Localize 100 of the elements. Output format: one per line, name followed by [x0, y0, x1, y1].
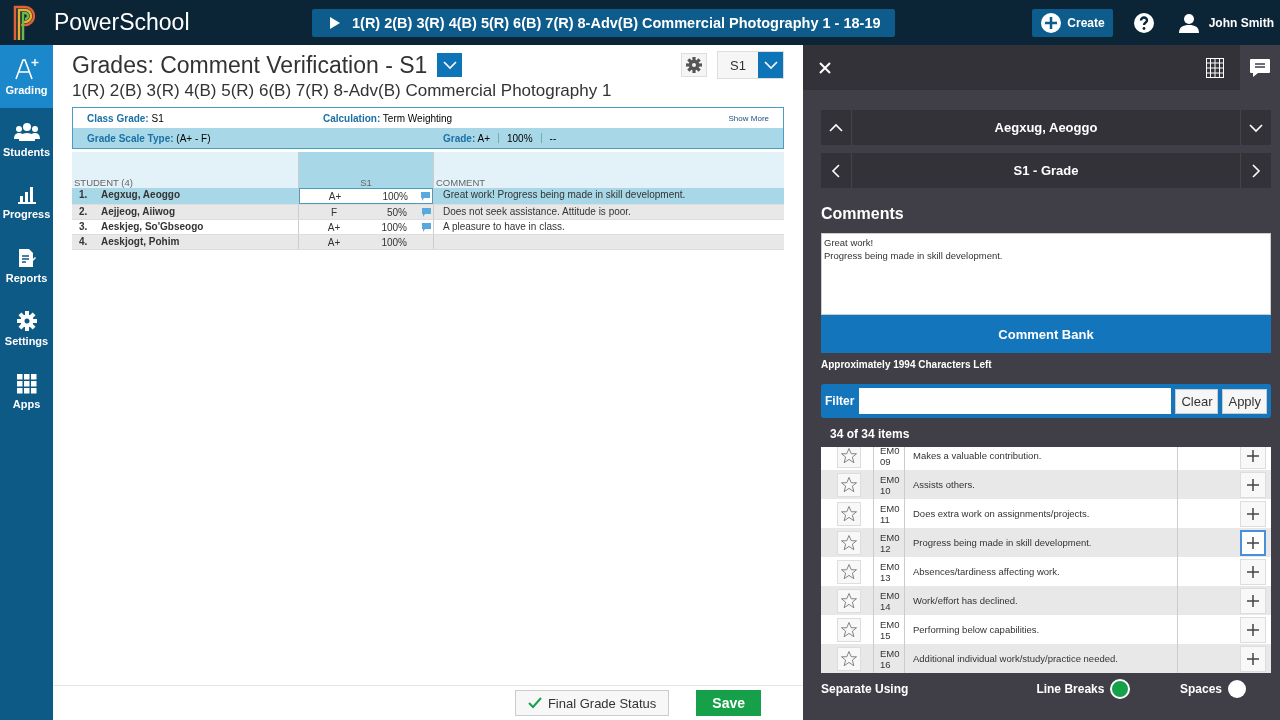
page-title: Grades: Comment Verification - S1 — [72, 51, 428, 79]
separator-option[interactable]: Spaces — [1179, 680, 1246, 698]
settings-button[interactable] — [681, 53, 707, 77]
title-dropdown-button[interactable] — [437, 53, 463, 77]
comment-text: Assists others. — [905, 470, 1178, 499]
create-button[interactable]: Create — [1032, 8, 1113, 37]
user-name[interactable]: John Smith — [1208, 15, 1274, 30]
comment-text: Does not seek assistance. Attitude is poor. — [443, 206, 631, 217]
user-icon[interactable] — [1178, 12, 1199, 33]
comment-text: A pleasure to have in class. — [443, 221, 565, 232]
plus-icon — [1247, 652, 1259, 665]
apply-button[interactable]: Apply — [1222, 388, 1267, 414]
plus-icon — [1247, 536, 1259, 549]
favorite-button[interactable] — [837, 447, 861, 468]
grade-value[interactable]: F — [299, 206, 369, 218]
favorite-button[interactable] — [837, 559, 861, 584]
term-selector[interactable]: S1 — [717, 51, 784, 79]
help-icon[interactable] — [1132, 11, 1155, 34]
star-icon — [840, 591, 858, 610]
star-icon — [840, 475, 858, 494]
filter-label: Filter — [825, 394, 855, 408]
section-name: 1(R) 2(B) 3(R) 4(B) 5(R) 6(B) 7(R) 8-Adv(B) Commercial Photography 1 - 18-19 — [352, 14, 881, 31]
comment-text: Progress being made in skill development. — [905, 528, 1178, 557]
plus-icon — [1247, 594, 1259, 607]
nav-item[interactable]: Grading — [0, 45, 53, 108]
star-icon — [840, 620, 858, 639]
clear-button[interactable]: Clear — [1175, 388, 1219, 414]
comments-heading: Comments — [821, 205, 905, 223]
student-name[interactable]: Aejjeog, Aiiwog — [101, 206, 176, 217]
comment-field[interactable]: Great work! Progress being made in skill development. — [821, 233, 1271, 315]
separator-option[interactable]: Line Breaks — [1036, 679, 1131, 699]
favorite-button[interactable] — [837, 472, 861, 497]
scale-info: Grade Scale Type: (A+ - F) — [87, 132, 212, 144]
people-icon — [13, 121, 40, 142]
add-button[interactable] — [1240, 529, 1266, 556]
student-name: Aegxug, Aeoggo — [993, 119, 1099, 137]
star-icon — [840, 504, 858, 523]
comment-code: EM016 — [873, 644, 905, 673]
close-icon — [819, 61, 831, 74]
student-name[interactable]: Aeskjogt, Pohim — [101, 236, 180, 247]
plus-icon — [1247, 478, 1259, 491]
nav-item[interactable]: Apps — [0, 360, 53, 423]
calculation-info: Calculation: Term Weighting — [323, 112, 453, 124]
apps-grid-icon — [16, 373, 37, 394]
plus-icon — [1247, 449, 1259, 462]
grade-icon — [14, 57, 39, 80]
filter-field[interactable] — [859, 388, 1172, 414]
grade-value[interactable]: A+ — [299, 236, 369, 248]
nav-item[interactable]: Reports — [0, 234, 53, 297]
student-name[interactable]: Aeskjeg, So'Gbseogo — [101, 221, 204, 232]
comment-text: Work/effort has declined. — [905, 586, 1178, 615]
check-icon — [527, 697, 542, 709]
plus-icon — [1247, 565, 1259, 578]
bar-chart-icon — [17, 185, 36, 204]
comment-bank-button[interactable]: Comment Bank — [821, 315, 1271, 353]
grid-icon — [1206, 57, 1224, 78]
star-icon — [840, 447, 858, 465]
play-icon — [330, 16, 340, 29]
comment-code: EM010 — [873, 470, 905, 499]
settings-icon — [686, 57, 702, 73]
percent-value: 100% — [380, 221, 407, 233]
brand-name: PowerSchool — [54, 9, 190, 36]
student-name[interactable]: Aegxug, Aeoggo — [101, 189, 181, 200]
percent-info: 100% — [507, 132, 533, 144]
section-selector[interactable]: 1(R) 2(B) 3(R) 4(B) 5(R) 6(B) 7(R) 8-Adv(B) Commercial Photography 1 - 18-19 — [312, 8, 895, 37]
grade-value[interactable]: A+ — [299, 221, 369, 233]
favorite-button[interactable] — [837, 588, 861, 613]
plus-icon — [1247, 507, 1259, 520]
row-number: 4. — [79, 236, 87, 247]
percent-value: 100% — [380, 236, 407, 248]
grade-value[interactable]: A+ — [300, 190, 370, 202]
comment-code: EM012 — [873, 528, 905, 557]
star-icon — [840, 562, 858, 581]
comment-text: Great work! Progress being made in skill development. — [443, 189, 686, 200]
class-grade-info: Class Grade: S1 — [87, 112, 165, 124]
plus-icon — [1247, 623, 1259, 636]
extra-info: -- — [549, 132, 557, 144]
settings-icon — [16, 310, 37, 331]
radio-button[interactable] — [1228, 680, 1246, 698]
comment-icon — [1249, 57, 1271, 78]
star-icon — [840, 533, 858, 552]
favorite-button[interactable] — [837, 501, 861, 526]
row-number: 1. — [79, 189, 87, 200]
favorite-button[interactable] — [837, 646, 861, 671]
characters-left: Approximately 1994 Characters Left — [821, 359, 993, 370]
class-name: 1(R) 2(B) 3(R) 4(B) 5(R) 6(B) 7(R) 8-Adv(B) Commercial Photography 1 — [71, 80, 613, 102]
grade-column-name: S1 - Grade — [1012, 162, 1080, 180]
show-more-link[interactable]: Show More — [728, 113, 769, 123]
radio-button[interactable] — [1110, 679, 1131, 699]
nav-item[interactable]: Settings — [0, 297, 53, 360]
star-icon — [840, 649, 858, 668]
comments-tab[interactable] — [1240, 45, 1280, 90]
nav-item[interactable]: Students — [0, 108, 53, 171]
favorite-button[interactable] — [837, 530, 861, 555]
row-number: 3. — [79, 221, 87, 232]
favorite-button[interactable] — [837, 617, 861, 642]
row-number: 2. — [79, 206, 87, 217]
nav-item[interactable]: Progress — [0, 171, 53, 234]
percent-value: 50% — [386, 206, 407, 218]
final-grade-status-button[interactable]: Final Grade Status — [514, 690, 670, 716]
